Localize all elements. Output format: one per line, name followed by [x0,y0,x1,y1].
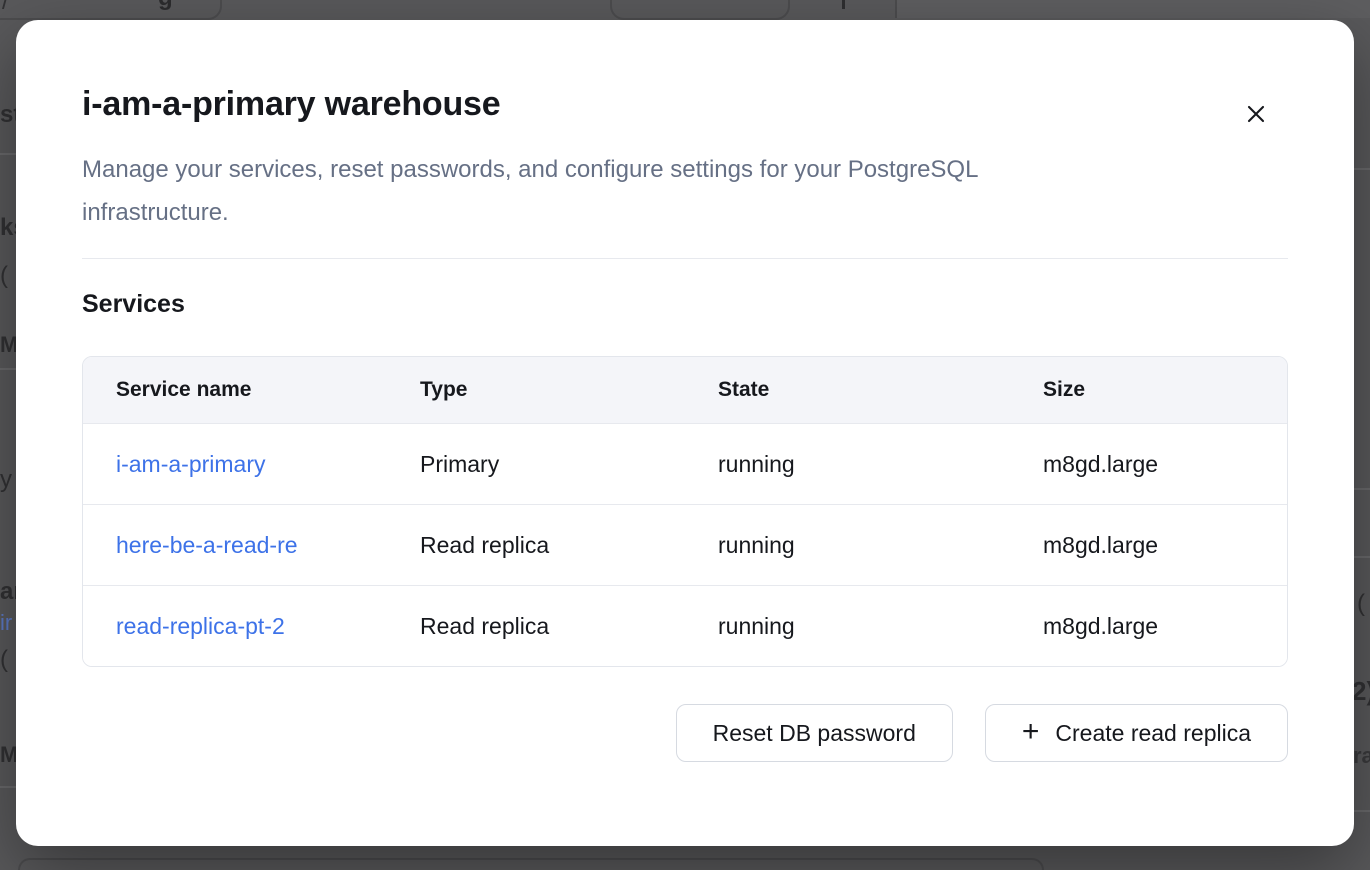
warehouse-dialog: i-am-a-primary warehouse Manage your ser… [16,20,1354,846]
service-link[interactable]: here-be-a-read-re [116,532,298,559]
table-row: here-be-a-read-re Read replica running m… [83,505,1287,586]
column-header-service-name: Service name [83,357,420,424]
dialog-description-line: Manage your services, reset passwords, a… [82,148,1288,191]
service-type-cell: Primary [420,424,718,505]
service-state-cell: running [718,505,1043,586]
background-fragment: y [0,468,12,492]
background-fragment: ( [1357,592,1365,616]
background-tab-right [610,0,790,20]
column-header-state: State [718,357,1043,424]
dialog-description: Manage your services, reset passwords, a… [82,148,1288,234]
table-row: i-am-a-primary Primary running m8gd.larg… [83,424,1287,505]
background-line [1353,556,1370,558]
plus-icon: + [1022,717,1040,747]
background-tab-left [0,0,222,20]
background-fragment: ( [0,264,8,288]
background-fragment: ( [0,648,8,672]
background-card-edge [18,858,1044,870]
background-line [1353,168,1370,170]
close-button[interactable] [1238,96,1274,132]
service-name-cell: here-be-a-read-re [83,505,420,586]
screen: / g st ks ( M, y ar ir ( M, ( 2) ra i-am… [0,0,1370,870]
reset-db-password-label: Reset DB password [713,720,916,747]
dialog-title: i-am-a-primary warehouse [82,20,1288,126]
create-read-replica-label: Create read replica [1055,720,1251,747]
background-tick [842,0,845,9]
service-link[interactable]: i-am-a-primary [116,451,266,478]
background-band [897,0,1370,18]
services-heading: Services [82,288,1288,320]
dialog-description-line: infrastructure. [82,191,1288,234]
table-header-row: Service name Type State Size [83,357,1287,424]
column-header-type: Type [420,357,718,424]
dialog-actions: Reset DB password + Create read replica [82,704,1288,762]
background-fragment: 2) [1352,678,1370,704]
column-header-size: Size [1043,357,1287,424]
service-name-cell: i-am-a-primary [83,424,420,505]
reset-db-password-button[interactable]: Reset DB password [676,704,953,762]
table-row: read-replica-pt-2 Read replica running m… [83,586,1287,666]
service-type-cell: Read replica [420,505,718,586]
close-icon [1244,102,1268,126]
service-state-cell: running [718,586,1043,666]
background-line [1353,488,1370,490]
divider [82,258,1288,259]
background-fragment: ra [1353,745,1370,767]
background-line [1353,810,1370,812]
service-size-cell: m8gd.large [1043,505,1287,586]
background-fragment: ir [0,612,12,634]
background-fragment: / [2,0,9,14]
background-fragment: g [158,0,173,10]
create-read-replica-button[interactable]: + Create read replica [985,704,1288,762]
services-table: Service name Type State Size i-am-a-prim… [82,356,1288,667]
service-size-cell: m8gd.large [1043,424,1287,505]
service-name-cell: read-replica-pt-2 [83,586,420,666]
service-link[interactable]: read-replica-pt-2 [116,613,285,640]
service-type-cell: Read replica [420,586,718,666]
service-state-cell: running [718,424,1043,505]
service-size-cell: m8gd.large [1043,586,1287,666]
